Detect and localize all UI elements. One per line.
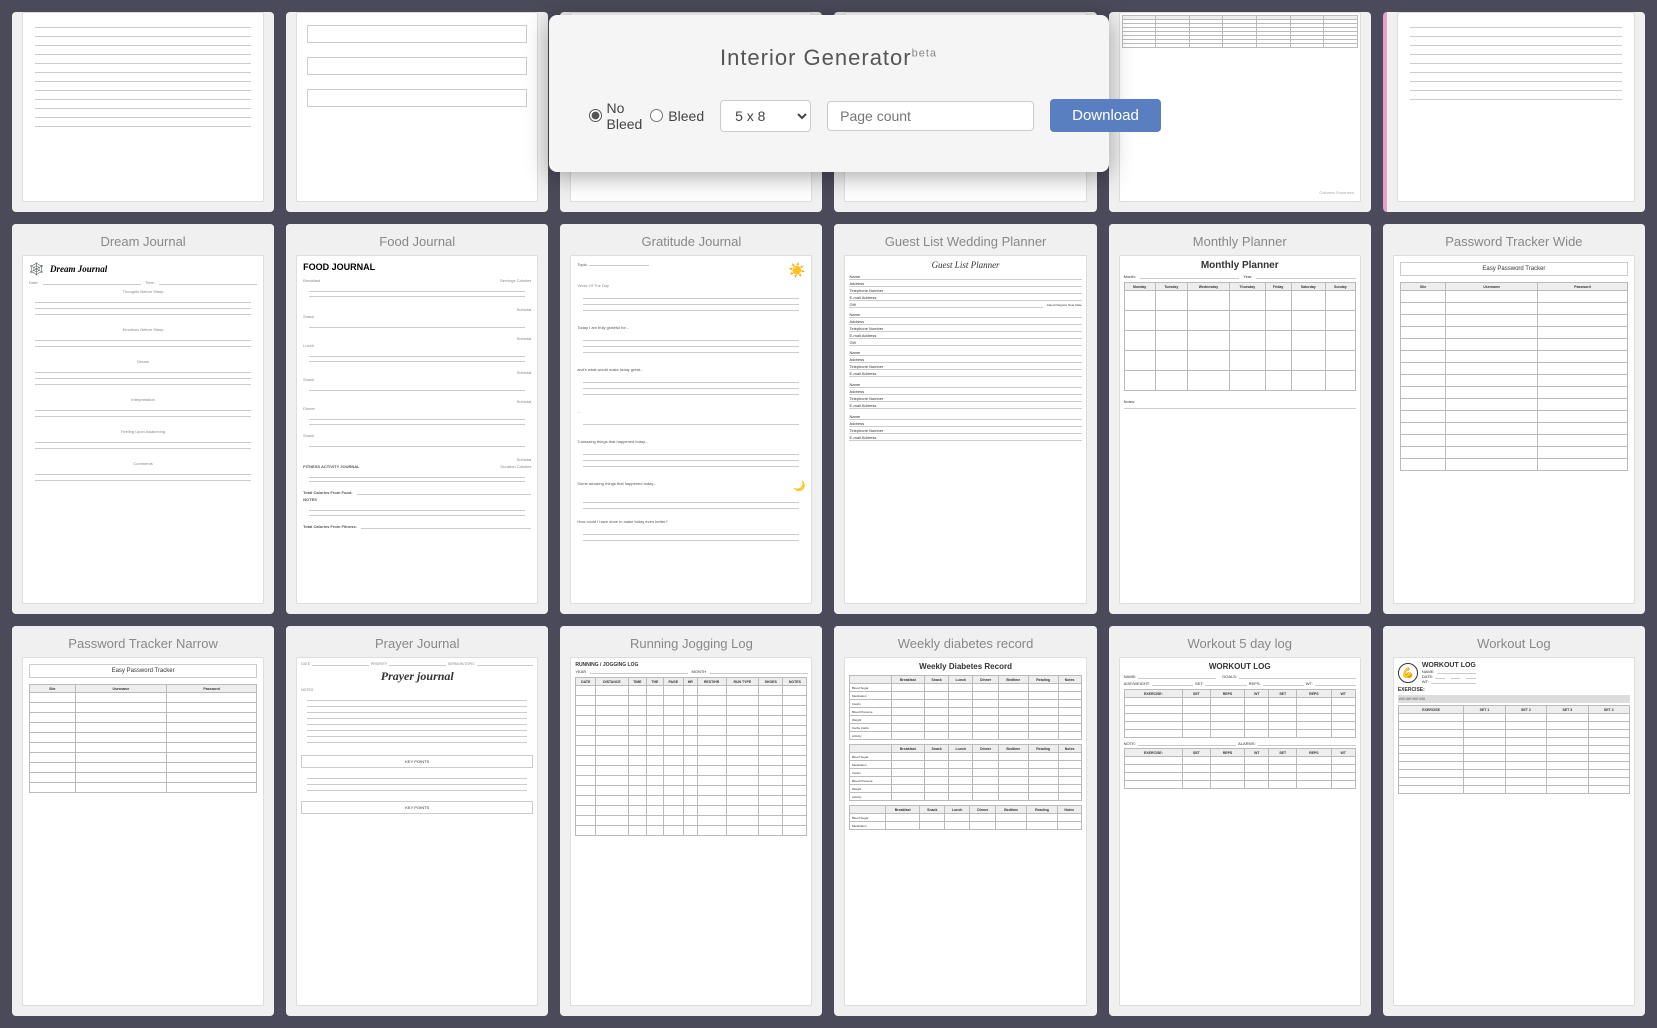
- monthly-planner-card: Monthly Planner Monthly Planner Month: Y…: [1109, 224, 1371, 614]
- diabetes-record-card: Weekly diabetes record Weekly Diabetes R…: [834, 626, 1096, 1016]
- workout-log-title: Workout Log: [1383, 626, 1645, 657]
- interior-generator-dialog: Interior Generatorbeta No Bleed Bleed 5 …: [549, 15, 1109, 172]
- running-log-preview: RUNNING / JOGGING LOG YEAR MONTH DATEDIS…: [570, 657, 812, 1006]
- card-top-6: [1383, 12, 1645, 212]
- bleed-radio-group: No Bleed Bleed: [589, 100, 705, 132]
- page-count-input[interactable]: [827, 101, 1034, 131]
- workout5-card: Workout 5 day log WORKOUT LOG NAME: GOAL…: [1109, 626, 1371, 1016]
- gratitude-journal-card: Gratitude Journal Topic: ☀️ Verse Of The…: [560, 224, 822, 614]
- guest-list-title: Guest List Wedding Planner: [834, 224, 1096, 255]
- workout-log-preview: 💪 WORKOUT LOG NAME: DATE:: [1393, 657, 1635, 1006]
- password-tracker-narrow-title: Password Tracker Narrow: [12, 626, 274, 657]
- no-bleed-label[interactable]: No Bleed: [589, 100, 643, 132]
- workout5-preview: WORKOUT LOG NAME: GOALS: AGE/WEIGHT: SET…: [1119, 657, 1361, 1006]
- running-log-card: Running Jogging Log RUNNING / JOGGING LO…: [560, 626, 822, 1016]
- workout-log-card: Workout Log 💪 WORKOUT LOG NAME: DATE:: [1383, 626, 1645, 1016]
- bleed-text: Bleed: [668, 108, 704, 124]
- dialog-controls: No Bleed Bleed 5 x 8 6 x 9 7 x 10 8.5 x …: [589, 99, 1069, 132]
- password-tracker-narrow-card: Password Tracker Narrow Easy Password Tr…: [12, 626, 274, 1016]
- guest-list-card: Guest List Wedding Planner Guest List Pl…: [834, 224, 1096, 614]
- food-journal-title: Food Journal: [286, 224, 548, 255]
- dream-journal-card: Dream Journal 🕸️ Dream Journal Date: Tim…: [12, 224, 274, 614]
- prayer-journal-card: Prayer Journal DATE PRIORITY SERMON/TOPI…: [286, 626, 548, 1016]
- diabetes-record-title: Weekly diabetes record: [834, 626, 1096, 657]
- gratitude-journal-preview: Topic: ☀️ Verse Of The Day Today I am tr…: [570, 255, 812, 604]
- dialog-title: Interior Generatorbeta: [589, 45, 1069, 71]
- running-log-title: Running Jogging Log: [560, 626, 822, 657]
- dream-journal-title: Dream Journal: [12, 224, 274, 255]
- password-tracker-narrow-preview: Easy Password Tracker Site Username Pass…: [22, 657, 264, 1006]
- password-tracker-wide-preview: Easy Password Tracker Site Username Pass…: [1393, 255, 1635, 604]
- food-journal-preview: FOOD JOURNAL Breakfast Servings Calories…: [296, 255, 538, 604]
- prayer-journal-preview: DATE PRIORITY SERMON/TOPIC Prayer journa…: [296, 657, 538, 1006]
- dream-journal-preview: 🕸️ Dream Journal Date: Time: Thoughts Be…: [22, 255, 264, 604]
- food-journal-card: Food Journal FOOD JOURNAL Breakfast Serv…: [286, 224, 548, 614]
- download-button[interactable]: Download: [1050, 99, 1161, 132]
- no-bleed-text: No Bleed: [607, 100, 643, 132]
- workout5-title: Workout 5 day log: [1109, 626, 1371, 657]
- beta-label: beta: [912, 48, 937, 60]
- bleed-radio[interactable]: [650, 109, 663, 122]
- card-top-2: [286, 12, 548, 212]
- bleed-label[interactable]: Bleed: [650, 108, 704, 124]
- gratitude-journal-title: Gratitude Journal: [560, 224, 822, 255]
- diabetes-record-preview: Weekly Diabetes Record BreakfastSnackLun…: [844, 657, 1086, 1006]
- monthly-planner-preview: Monthly Planner Month: Year: Monday Tues…: [1119, 255, 1361, 604]
- prayer-journal-title: Prayer Journal: [286, 626, 548, 657]
- guest-list-preview: Guest List Planner Name Address Telephon…: [844, 255, 1086, 604]
- password-tracker-wide-card: Password Tracker Wide Easy Password Trac…: [1383, 224, 1645, 614]
- password-tracker-wide-title: Password Tracker Wide: [1383, 224, 1645, 255]
- monthly-planner-title: Monthly Planner: [1109, 224, 1371, 255]
- size-select[interactable]: 5 x 8 6 x 9 7 x 10 8.5 x 11: [720, 100, 811, 132]
- card-top-1: [12, 12, 274, 212]
- no-bleed-radio[interactable]: [589, 109, 602, 122]
